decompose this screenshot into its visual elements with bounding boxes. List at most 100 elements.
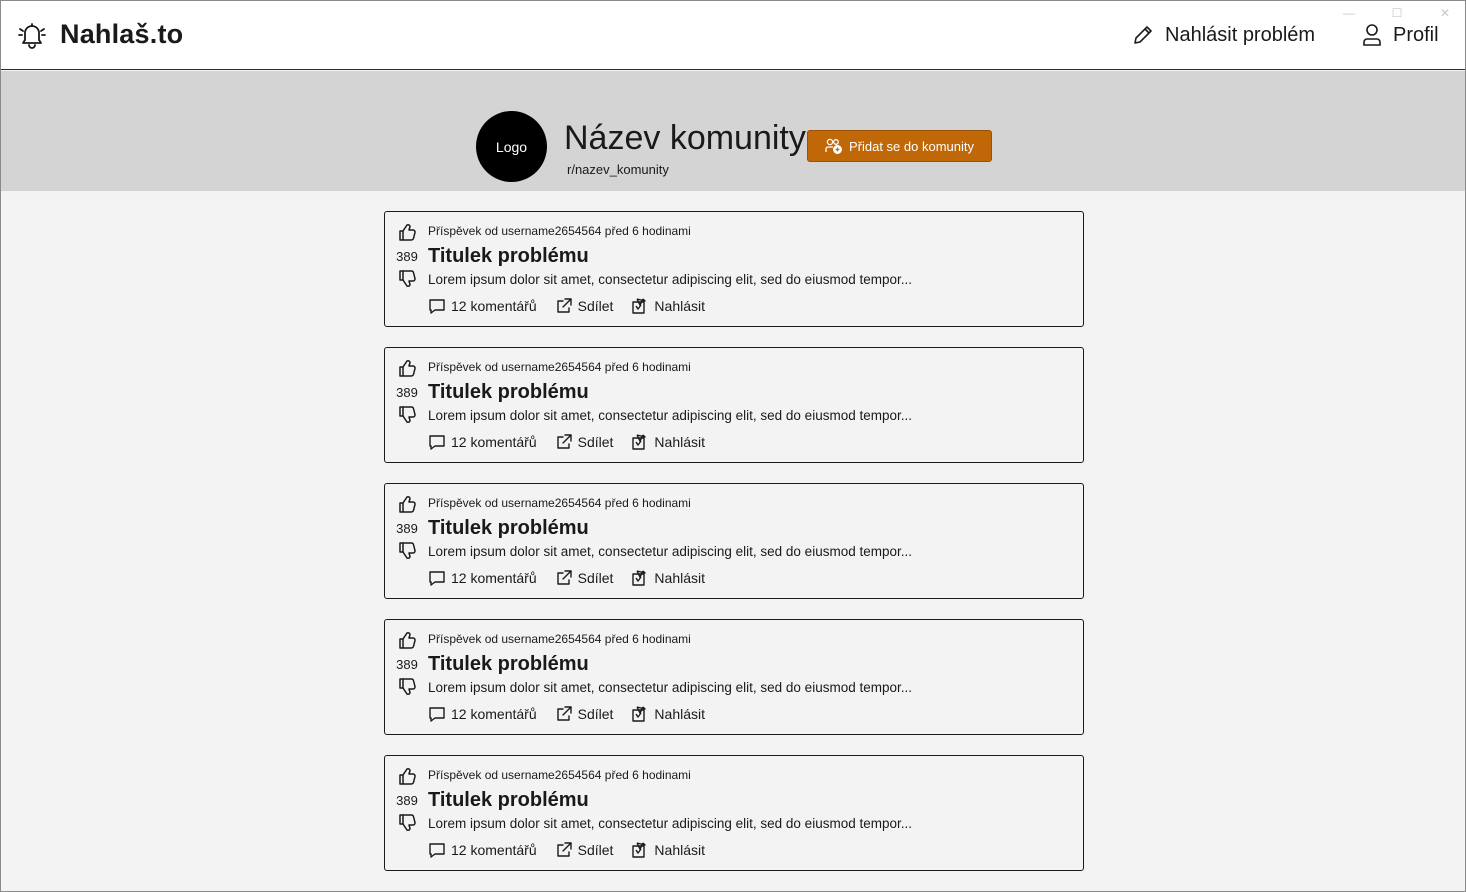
share-icon bbox=[555, 705, 573, 723]
vote-score: 389 bbox=[396, 249, 418, 264]
thumbs-up-icon[interactable] bbox=[395, 494, 419, 514]
community-banner: Logo Název komunity r/nazev_komunity Při… bbox=[1, 71, 1465, 191]
post-actions: 12 komentářů Sdílet Nahlásit bbox=[428, 841, 705, 859]
profile-label: Profil bbox=[1393, 23, 1439, 46]
post-actions: 12 komentářů Sdílet Nahlásit bbox=[428, 569, 705, 587]
vote-column: 389 bbox=[395, 494, 419, 561]
comments-button[interactable]: 12 komentářů bbox=[428, 841, 537, 859]
share-button[interactable]: Sdílet bbox=[555, 297, 614, 315]
post-card[interactable]: 389 Příspěvek od username2654564 před 6 … bbox=[384, 211, 1084, 327]
thumbs-down-icon[interactable] bbox=[395, 269, 419, 289]
post-title[interactable]: Titulek problému bbox=[428, 245, 589, 268]
post-title[interactable]: Titulek problému bbox=[428, 381, 589, 404]
report-post-button[interactable]: Nahlásit bbox=[631, 433, 705, 451]
thumbs-up-icon[interactable] bbox=[395, 358, 419, 378]
post-card[interactable]: 389 Příspěvek od username2654564 před 6 … bbox=[384, 347, 1084, 463]
post-title[interactable]: Titulek problému bbox=[428, 789, 589, 812]
post-meta: Příspěvek od username2654564 před 6 hodi… bbox=[428, 360, 691, 374]
comment-icon bbox=[428, 569, 446, 587]
share-icon bbox=[555, 841, 573, 859]
vote-column: 389 bbox=[395, 222, 419, 289]
window-controls: — ☐ ✕ bbox=[1343, 6, 1451, 20]
post-excerpt: Lorem ipsum dolor sit amet, consectetur … bbox=[428, 680, 912, 695]
comments-button[interactable]: 12 komentářů bbox=[428, 569, 537, 587]
brand-title: Nahlaš.to bbox=[60, 19, 184, 49]
comment-icon bbox=[428, 841, 446, 859]
report-label: Nahlásit bbox=[654, 434, 706, 450]
comments-button[interactable]: 12 komentářů bbox=[428, 433, 537, 451]
post-card[interactable]: 389 Příspěvek od username2654564 před 6 … bbox=[384, 483, 1084, 599]
pencil-icon bbox=[1131, 23, 1155, 47]
post-excerpt: Lorem ipsum dolor sit amet, consectetur … bbox=[428, 544, 912, 559]
join-community-button[interactable]: Přidat se do komunity bbox=[807, 130, 992, 162]
person-icon bbox=[1361, 23, 1383, 47]
comments-label: 12 komentářů bbox=[451, 298, 537, 314]
post-title[interactable]: Titulek problému bbox=[428, 653, 589, 676]
vote-score: 389 bbox=[396, 521, 418, 536]
share-button[interactable]: Sdílet bbox=[555, 433, 613, 451]
report-label: Nahlásit bbox=[654, 842, 706, 858]
share-button[interactable]: Sdílet bbox=[555, 569, 614, 587]
post-excerpt: Lorem ipsum dolor sit amet, consectetur … bbox=[428, 272, 912, 287]
comments-label: 12 komentářů bbox=[451, 706, 537, 722]
join-community-label: Přidat se do komunity bbox=[848, 138, 974, 154]
share-icon bbox=[555, 569, 573, 587]
post-meta: Příspěvek od username2654564 před 6 hodi… bbox=[428, 224, 691, 238]
comments-label: 12 komentářů bbox=[451, 842, 537, 858]
community-slug: r/nazev_komunity bbox=[567, 162, 669, 177]
post-actions: 12 komentářů Sdílet Nahlásit bbox=[428, 705, 705, 723]
thumbs-down-icon[interactable] bbox=[395, 813, 419, 833]
comments-label: 12 komentářů bbox=[451, 434, 537, 450]
share-label: Sdílet bbox=[577, 706, 614, 722]
vote-score: 389 bbox=[396, 793, 418, 808]
thumbs-down-icon[interactable] bbox=[395, 405, 419, 425]
report-icon bbox=[631, 705, 649, 723]
app-window: — ☐ ✕ Nahlaš.to Nahlásit problém Profil … bbox=[0, 0, 1466, 892]
share-label: Sdílet bbox=[577, 298, 614, 314]
people-add-icon bbox=[825, 138, 843, 154]
thumbs-down-icon[interactable] bbox=[395, 541, 419, 561]
thumbs-up-icon[interactable] bbox=[395, 222, 419, 242]
share-icon bbox=[555, 297, 573, 315]
report-post-button[interactable]: Nahlásit bbox=[631, 705, 705, 723]
comment-icon bbox=[428, 297, 446, 315]
comments-button[interactable]: 12 komentářů bbox=[428, 705, 537, 723]
post-actions: 12 komentářů Sdílet Nahlásit bbox=[428, 297, 705, 315]
comment-icon bbox=[428, 433, 446, 451]
thumbs-up-icon[interactable] bbox=[395, 630, 419, 650]
report-problem-button[interactable]: Nahlásit problém bbox=[1131, 23, 1315, 47]
minimize-button[interactable]: — bbox=[1343, 6, 1355, 20]
top-bar: Nahlaš.to Nahlásit problém Profil bbox=[1, 1, 1465, 70]
thumbs-up-icon[interactable] bbox=[395, 766, 419, 786]
thumbs-down-icon[interactable] bbox=[395, 677, 419, 697]
report-post-button[interactable]: Nahlásit bbox=[631, 297, 705, 315]
vote-score: 389 bbox=[396, 385, 418, 400]
brand[interactable]: Nahlaš.to bbox=[16, 19, 183, 50]
community-name: Název komunity bbox=[564, 119, 806, 157]
vote-column: 389 bbox=[395, 358, 419, 425]
post-excerpt: Lorem ipsum dolor sit amet, consectetur … bbox=[428, 408, 912, 423]
share-label: Sdílet bbox=[577, 570, 614, 586]
post-actions: 12 komentářů Sdílet Nahlásit bbox=[428, 433, 705, 451]
post-title[interactable]: Titulek problému bbox=[428, 517, 589, 540]
maximize-button[interactable]: ☐ bbox=[1391, 6, 1403, 20]
profile-button[interactable]: Profil bbox=[1361, 23, 1439, 47]
post-meta: Příspěvek od username2654564 před 6 hodi… bbox=[428, 632, 691, 646]
post-card[interactable]: 389 Příspěvek od username2654564 před 6 … bbox=[384, 619, 1084, 735]
bell-icon bbox=[16, 20, 48, 50]
report-post-button[interactable]: Nahlásit bbox=[631, 841, 705, 859]
report-icon bbox=[631, 433, 649, 451]
post-meta: Příspěvek od username2654564 před 6 hodi… bbox=[428, 768, 691, 782]
comments-button[interactable]: 12 komentářů bbox=[428, 297, 537, 315]
close-button[interactable]: ✕ bbox=[1439, 6, 1451, 20]
post-card[interactable]: 389 Příspěvek od username2654564 před 6 … bbox=[384, 755, 1084, 871]
vote-score: 389 bbox=[396, 657, 418, 672]
vote-column: 389 bbox=[395, 766, 419, 833]
report-post-button[interactable]: Nahlásit bbox=[631, 569, 705, 587]
comments-label: 12 komentářů bbox=[451, 570, 537, 586]
report-icon bbox=[631, 841, 649, 859]
share-button[interactable]: Sdílet bbox=[555, 705, 614, 723]
report-label: Nahlásit bbox=[654, 570, 706, 586]
report-icon bbox=[631, 297, 649, 315]
share-button[interactable]: Sdílet bbox=[555, 841, 613, 859]
